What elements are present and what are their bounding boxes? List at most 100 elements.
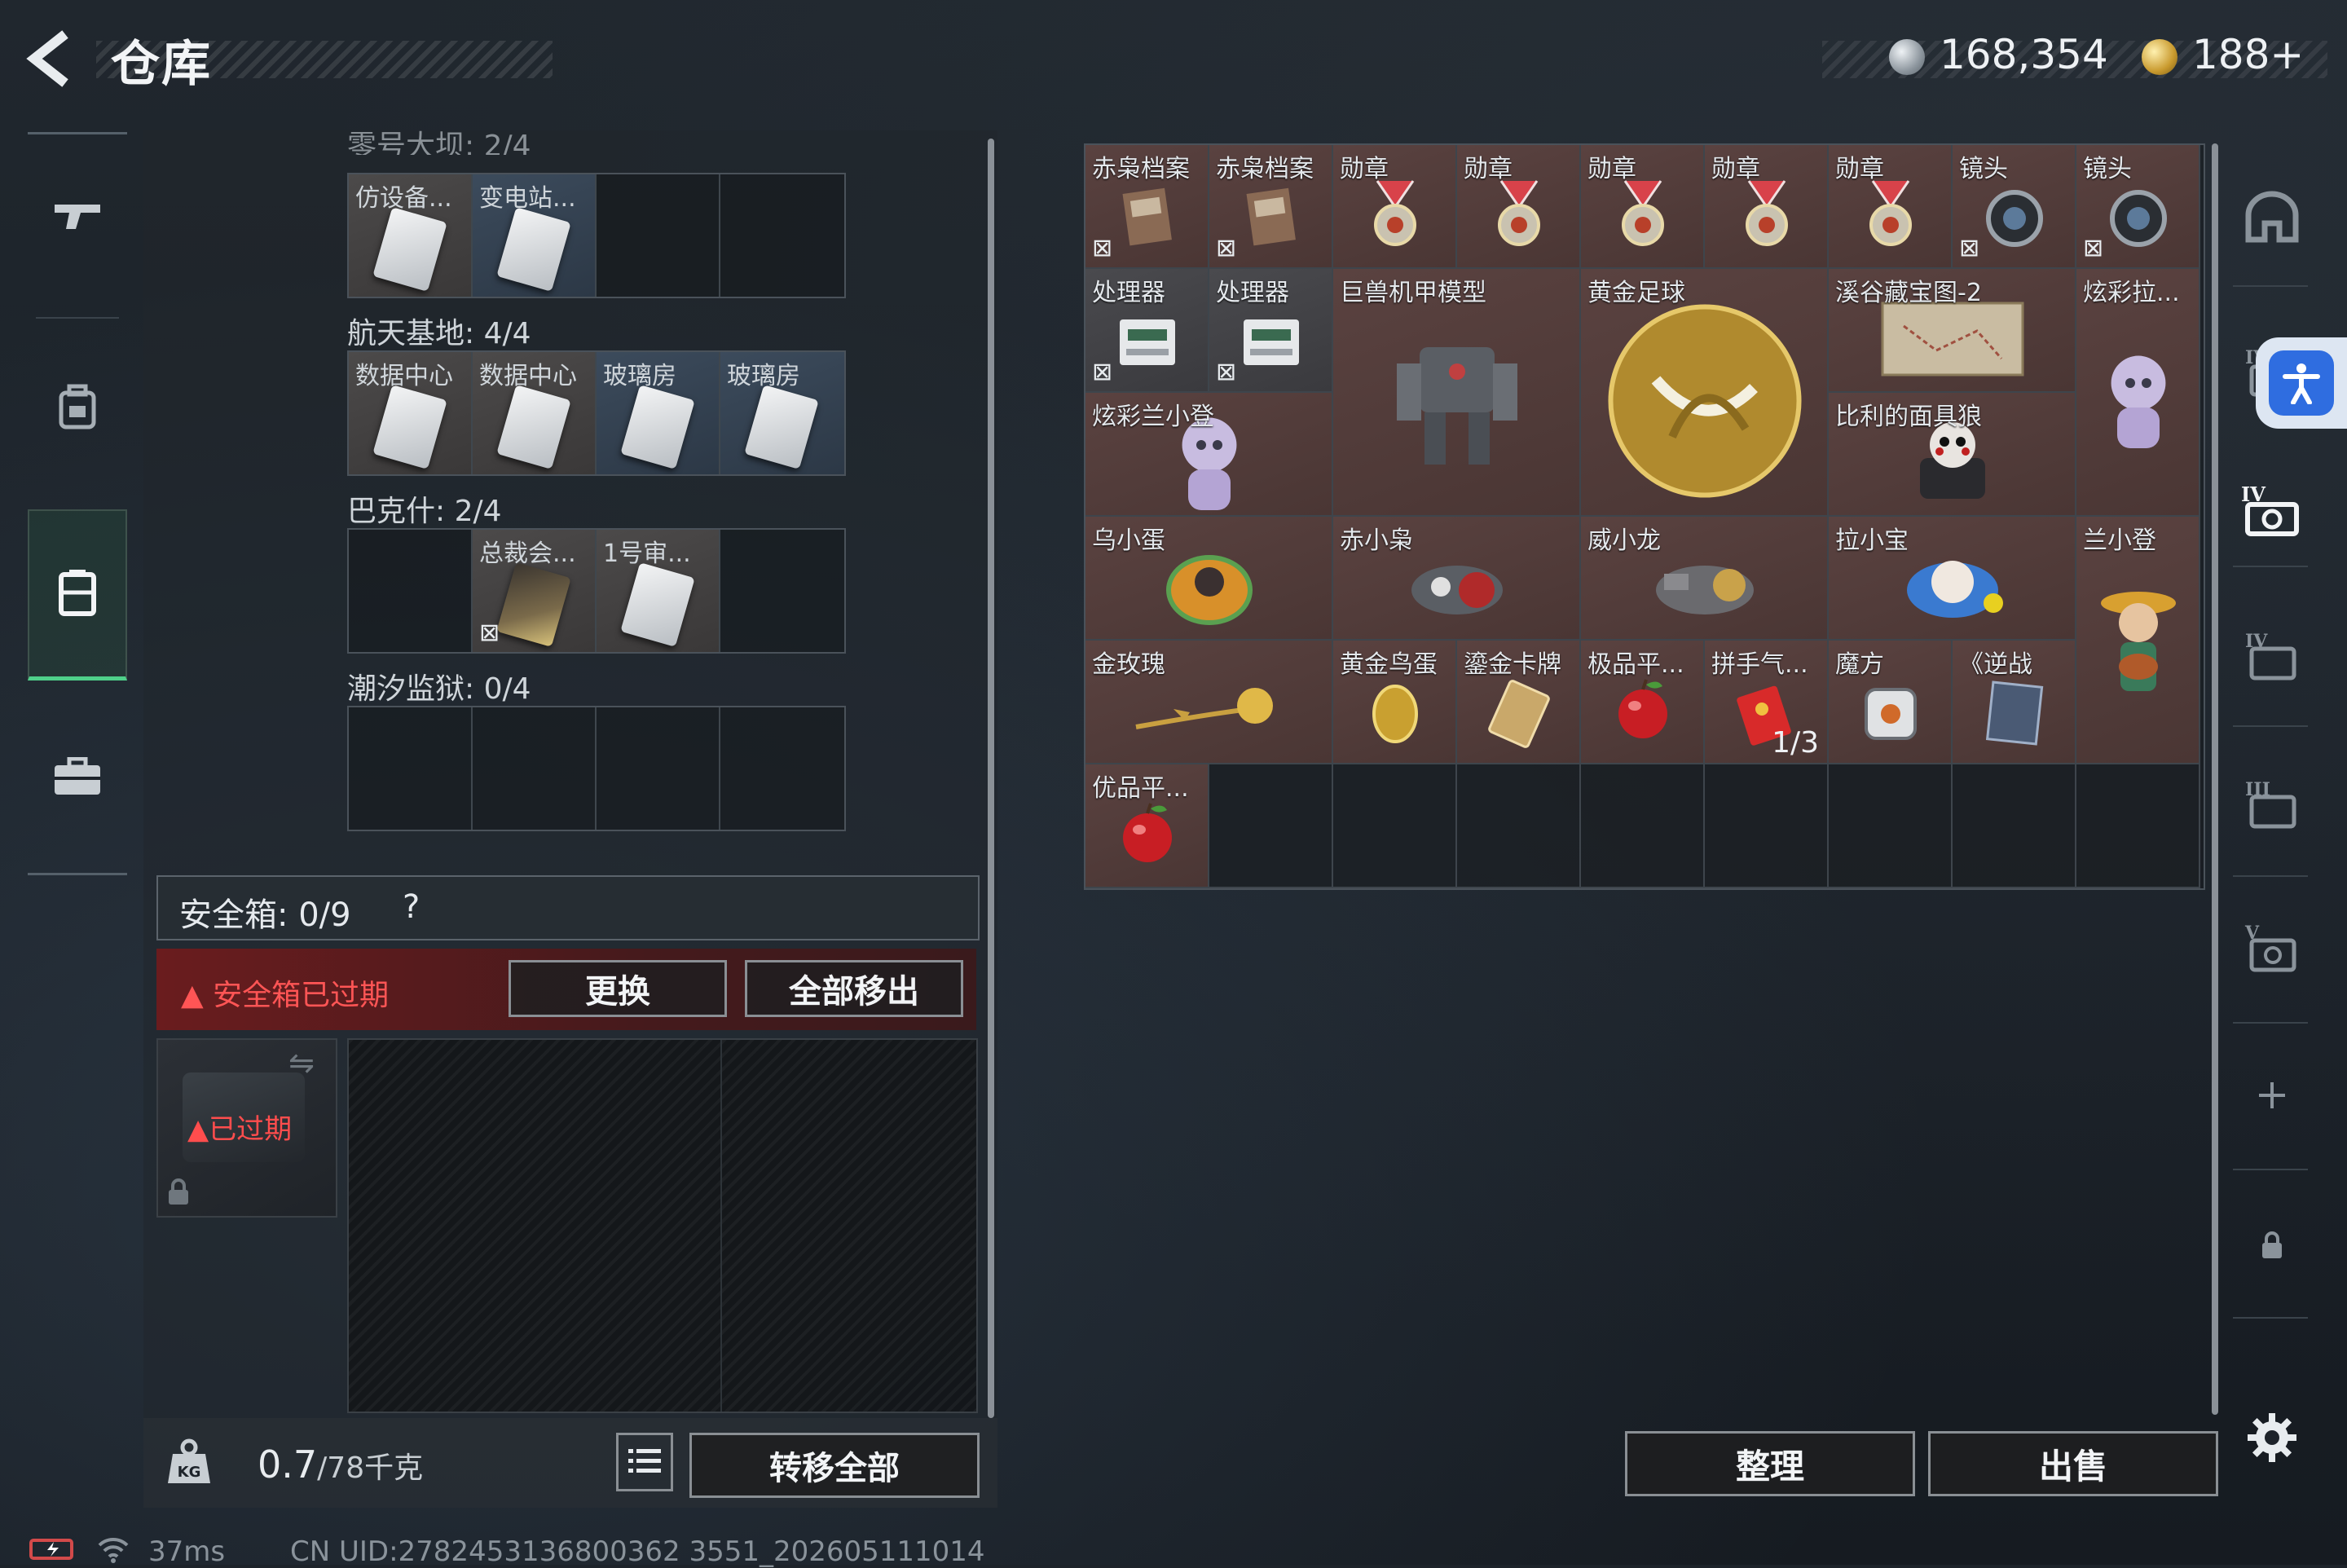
nav-briefcase[interactable] [28,697,127,860]
empty-cell[interactable] [1829,764,1953,888]
list-view-button[interactable] [616,1433,673,1491]
accessibility-button[interactable] [2256,337,2347,429]
key-card-slot[interactable]: 变电站... [473,174,597,297]
empty-cell[interactable] [1333,764,1457,888]
gear-icon[interactable] [2239,1405,2305,1470]
inventory-item[interactable]: 处理器 ⊠ [1209,269,1333,393]
item-label: 兰小登 [2083,526,2156,555]
nav-storage[interactable] [28,509,127,680]
key-card-slot[interactable]: 数据中心 [349,352,473,474]
empty-slot[interactable] [597,174,720,297]
item-label: 拼手气... [1711,650,1808,679]
inventory-item[interactable]: 巨兽机甲模型 [1333,269,1581,517]
item-count: 1/3 [1772,726,1819,760]
sort-button[interactable]: 整理 [1625,1431,1915,1496]
inventory-item[interactable]: 极品平... [1581,641,1705,764]
remove-all-button[interactable]: 全部移出 [745,960,963,1017]
inventory-item[interactable]: 勋章 [1457,145,1581,269]
safe-box-warning-bar: ▲ 安全箱已过期 更换 全部移出 [156,949,976,1030]
key-card-icon [496,562,571,647]
warehouse-scrollbar[interactable] [2212,143,2218,1415]
inventory-item[interactable]: 黄金足球 [1581,269,1829,517]
key-card-slot[interactable]: 玻璃房 [597,352,720,474]
inventory-item[interactable]: 威小龙 [1581,517,1829,641]
item-label: 勋章 [1711,155,1760,183]
no-insure-icon: ⊠ [1216,234,1237,262]
group-title: 航天基地: 4/4 [347,317,531,350]
briefcase-icon [53,756,102,799]
left-scrollbar[interactable] [988,139,994,1418]
sell-button[interactable]: 出售 [1928,1431,2218,1496]
inventory-item[interactable]: 勋章 [1829,145,1953,269]
item-label: 勋章 [1587,155,1636,183]
inventory-item[interactable]: 黄金鸟蛋 [1333,641,1457,764]
inventory-item[interactable]: 溪谷藏宝图-2 [1829,269,2076,393]
empty-slot[interactable] [720,530,844,652]
inventory-item[interactable]: 兰小登 [2076,517,2200,764]
inventory-item[interactable]: 勋章 [1333,145,1457,269]
no-insure-icon: ⊠ [479,619,500,647]
tier5-chest-icon[interactable]: V [2239,914,2305,980]
inventory-item[interactable]: 《逆战 [1953,641,2076,764]
inventory-item[interactable]: 拼手气... 1/3 [1705,641,1829,764]
inventory-item[interactable]: 比利的面具狼 [1829,393,2076,517]
inventory-item[interactable]: 优品平... [1085,764,1209,888]
inventory-item[interactable]: 拉小宝 [1829,517,2076,641]
currency-gold-amount[interactable]: 188+ [2192,31,2304,78]
slot-label: 1号审... [603,540,691,568]
nav-backpack[interactable] [28,327,127,490]
empty-cell[interactable] [1705,764,1829,888]
transfer-all-button[interactable]: 转移全部 [689,1433,980,1498]
back-arrow-icon[interactable] [23,29,88,91]
empty-cell[interactable] [1457,764,1581,888]
inventory-item[interactable]: 魔方 [1829,641,1953,764]
inventory-item[interactable]: 金玫瑰 [1085,641,1333,764]
add-icon[interactable] [2239,1063,2305,1128]
key-card-slot[interactable]: 玻璃房 [720,352,844,474]
inventory-item[interactable]: 赤枭档案 ⊠ [1085,145,1209,269]
empty-slot[interactable] [597,707,720,830]
inventory-item[interactable]: 炫彩兰小登 [1085,393,1333,517]
replace-button[interactable]: 更换 [509,960,727,1017]
empty-cell[interactable] [1209,764,1333,888]
svg-text:KG: KG [178,1464,201,1481]
helmet-icon[interactable] [2239,184,2305,249]
key-card-slot[interactable]: 数据中心 [473,352,597,474]
container-slot-row: 总裁会... ⊠ 1号审... [347,528,846,654]
empty-slot[interactable] [349,707,473,830]
empty-slot[interactable] [720,707,844,830]
key-card-slot[interactable]: 1号审... [597,530,720,652]
item-label: 优品平... [1092,774,1189,803]
safe-box-case-tile[interactable]: ⇋ ▲已过期 [156,1038,337,1218]
safe-box-help-icon[interactable]: ? [403,888,420,926]
item-label: 处理器 [1216,279,1289,307]
tier4-bag-icon[interactable]: IV [2239,623,2305,688]
inventory-item[interactable]: 炫彩拉... [2076,269,2200,517]
inventory-item[interactable]: 处理器 ⊠ [1085,269,1209,393]
inventory-item[interactable]: 镜头 ⊠ [1953,145,2076,269]
empty-slot[interactable] [473,707,597,830]
item-label: 赤枭档案 [1216,155,1314,183]
inventory-item[interactable]: 镜头 ⊠ [2076,145,2200,269]
inventory-item[interactable]: 勋章 [1581,145,1705,269]
tier4-chest-icon[interactable]: IV [2239,478,2305,543]
inventory-item[interactable]: 赤小枭 [1333,517,1581,641]
key-card-slot[interactable]: 仿设备... [349,174,473,297]
warehouse-grid[interactable]: 赤枭档案 ⊠ 赤枭档案 ⊠ 勋章 勋章 勋章 勋章 勋章 镜头 ⊠ 镜头 ⊠ 处理器 ⊠ 处理器 ⊠ 巨兽机甲模型… [1084,143,2205,890]
empty-cell[interactable] [1581,764,1705,888]
empty-cell[interactable] [1953,764,2076,888]
safe-box-grid[interactable] [347,1038,978,1413]
inventory-item[interactable]: 赤枭档案 ⊠ [1209,145,1333,269]
lock-icon [166,1178,191,1213]
tier3-bag-icon[interactable]: III [2239,771,2305,836]
empty-slot[interactable] [720,174,844,297]
empty-cell[interactable] [2076,764,2200,888]
inventory-item[interactable]: 勋章 [1705,145,1829,269]
nav-weapons[interactable] [28,134,127,297]
key-card-icon [372,207,447,292]
inventory-item[interactable]: 乌小蛋 [1085,517,1333,641]
lock-icon[interactable] [2239,1213,2305,1278]
empty-slot[interactable] [349,530,473,652]
key-card-slot[interactable]: 总裁会... ⊠ [473,530,597,652]
inventory-item[interactable]: 鎏金卡牌 [1457,641,1581,764]
